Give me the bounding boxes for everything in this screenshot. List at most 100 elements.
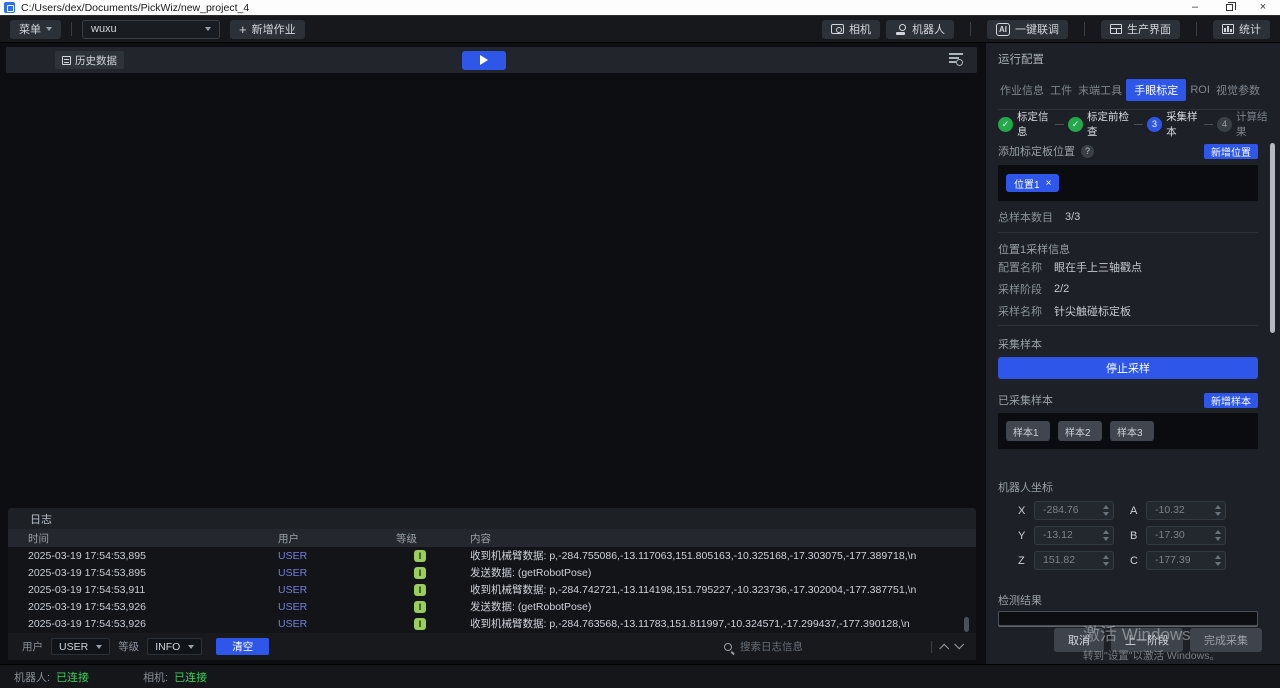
total-samples-row: 总样本数目 3/3 (998, 210, 1258, 224)
display-settings-icon[interactable] (949, 53, 963, 66)
divider (998, 232, 1258, 233)
coord-row: Y -13.12 B -17.30 (998, 526, 1258, 545)
restore-button[interactable] (1212, 0, 1246, 15)
search-prev-icon[interactable] (939, 644, 949, 654)
info-level-badge: I (414, 601, 426, 613)
coord-input-a[interactable]: -10.32 (1146, 501, 1226, 520)
add-position-button[interactable]: 新增位置 (1204, 144, 1258, 159)
step-compute-result[interactable]: 4 计算结果 (1217, 109, 1270, 139)
log-content: 收到机械臂数据: p,-284.763568,-13.11783,151.811… (470, 616, 976, 631)
sample-name-value: 针尖触碰标定板 (1054, 303, 1131, 319)
level-filter-select[interactable]: INFO (147, 638, 202, 655)
user-filter-select[interactable]: USER (51, 638, 110, 655)
new-job-button[interactable]: + 新增作业 (230, 20, 305, 39)
finish-collect-button[interactable]: 完成采集 (1190, 628, 1262, 652)
cancel-button[interactable]: 取消 (1054, 628, 1104, 652)
history-data-button[interactable]: 历史数据 (55, 51, 124, 69)
stats-button[interactable]: 统计 (1213, 20, 1270, 39)
add-sample-button[interactable]: 新增样本 (1204, 393, 1258, 408)
toolbar-separator (1196, 22, 1197, 36)
tab-end-tool[interactable]: 末端工具 (1076, 79, 1124, 101)
prev-stage-button[interactable]: 上一阶段 (1111, 628, 1183, 652)
ai-icon: AI (996, 23, 1010, 36)
one-key-link-button[interactable]: AI 一键联调 (987, 20, 1068, 39)
step-pre-check[interactable]: ✓ 标定前检查 (1068, 109, 1130, 139)
table-row[interactable]: 2025-03-19 17:54:53,926 USER I 收到机械臂数据: … (8, 615, 976, 632)
sample-chip[interactable]: 样本1 (1006, 421, 1050, 441)
col-content: 内容 (470, 531, 976, 546)
tab-workpiece[interactable]: 工件 (1048, 79, 1074, 101)
robot-coord-grid: X -284.76 A -10.32 Y -13.12 B (998, 501, 1258, 570)
menu-label: 菜单 (19, 21, 41, 37)
table-row[interactable]: 2025-03-19 17:54:53,895 USER I 收到机械臂数据: … (8, 547, 976, 564)
tab-job-info[interactable]: 作业信息 (998, 79, 1046, 101)
table-row[interactable]: 2025-03-19 17:54:53,911 USER I 收到机械臂数据: … (8, 581, 976, 598)
job-select[interactable]: wuxu (82, 20, 220, 39)
spinner-icons[interactable] (1215, 505, 1221, 516)
coord-value-z: 151.82 (1043, 552, 1075, 569)
log-panel: 日志 时间 用户 等级 内容 2025-03-19 17:54:53,895 U… (8, 508, 976, 660)
coord-input-c[interactable]: -177.39 (1146, 551, 1226, 570)
sample-chip[interactable]: 样本3 (1110, 421, 1154, 441)
coord-input-y[interactable]: -13.12 (1034, 526, 1114, 545)
table-row[interactable]: 2025-03-19 17:54:53,926 USER I 发送数据: (ge… (8, 598, 976, 615)
log-time: 2025-03-19 17:54:53,895 (8, 567, 278, 579)
help-icon[interactable]: ? (1081, 145, 1094, 158)
stop-sampling-button[interactable]: 停止采样 (998, 357, 1258, 379)
restore-icon (1226, 4, 1233, 11)
position-chip-label: 位置1 (1014, 176, 1040, 191)
position-chip[interactable]: 位置1 × (1006, 174, 1059, 192)
level-filter-label: 等级 (118, 639, 139, 654)
log-time: 2025-03-19 17:54:53,926 (8, 601, 278, 613)
toolbar-right-group: 相机 机器人 AI 一键联调 生产界面 统计 (822, 20, 1270, 39)
step-connector (1134, 124, 1143, 125)
spinner-icons[interactable] (1103, 530, 1109, 541)
panel-body: 添加标定板位置 ? 新增位置 位置1 × 总样本数目 3/3 位置1采样信息 配… (998, 140, 1258, 626)
minimize-button[interactable]: – (1178, 0, 1212, 15)
spinner-icons[interactable] (1215, 530, 1221, 541)
log-controls: 用户 USER 等级 INFO 清空 (8, 633, 976, 660)
panel-scrollbar-thumb[interactable] (1270, 143, 1275, 333)
camera-button[interactable]: 相机 (822, 20, 880, 39)
step-collect-samples[interactable]: 3 采集样本 (1147, 109, 1200, 139)
spinner-icons[interactable] (1215, 555, 1221, 566)
toolbar-separator (1084, 22, 1085, 36)
spinner-icons[interactable] (1103, 555, 1109, 566)
play-button[interactable] (462, 51, 506, 70)
log-user: USER (278, 550, 396, 562)
search-next-icon[interactable] (954, 639, 964, 649)
axis-label-x: X (1018, 505, 1034, 517)
run-config-panel: 运行配置 作业信息 工件 末端工具 手眼标定 ROI 视觉参数 ✓ 标定信息 ✓… (985, 43, 1280, 664)
step-connector (1204, 124, 1213, 125)
position-info-title: 位置1采样信息 (998, 241, 1258, 255)
step-calibration-info[interactable]: ✓ 标定信息 (998, 109, 1051, 139)
log-scrollbar-thumb[interactable] (964, 617, 969, 632)
step-label: 计算结果 (1236, 109, 1270, 139)
production-view-button[interactable]: 生产界面 (1101, 20, 1180, 39)
spinner-icons[interactable] (1103, 505, 1109, 516)
close-button[interactable]: × (1246, 0, 1280, 15)
log-content: 发送数据: (getRobotPose) (470, 565, 976, 580)
coord-input-b[interactable]: -17.30 (1146, 526, 1226, 545)
collect-sample-title: 采集样本 (998, 336, 1258, 350)
log-content: 发送数据: (getRobotPose) (470, 599, 976, 614)
check-icon: ✓ (998, 117, 1013, 132)
log-search-input[interactable] (740, 641, 923, 653)
tab-vision-params[interactable]: 视觉参数 (1214, 79, 1262, 101)
coord-input-x[interactable]: -284.76 (1034, 501, 1114, 520)
close-icon[interactable]: × (1046, 178, 1052, 189)
log-user: USER (278, 618, 396, 630)
tab-roi[interactable]: ROI (1188, 81, 1212, 99)
step-label: 标定前检查 (1087, 109, 1130, 139)
play-icon (480, 55, 488, 65)
sample-name-row: 采样名称 针尖触碰标定板 (998, 301, 1258, 321)
tab-hand-eye-calibration[interactable]: 手眼标定 (1126, 79, 1186, 101)
table-row[interactable]: 2025-03-19 17:54:53,895 USER I 发送数据: (ge… (8, 564, 976, 581)
robot-status-label: 机器人: (14, 669, 50, 685)
coord-input-z[interactable]: 151.82 (1034, 551, 1114, 570)
toolbar-separator (71, 22, 72, 36)
robot-button[interactable]: 机器人 (886, 20, 954, 39)
menu-button[interactable]: 菜单 (10, 20, 61, 39)
sample-chip[interactable]: 样本2 (1058, 421, 1102, 441)
clear-log-button[interactable]: 清空 (216, 638, 269, 655)
